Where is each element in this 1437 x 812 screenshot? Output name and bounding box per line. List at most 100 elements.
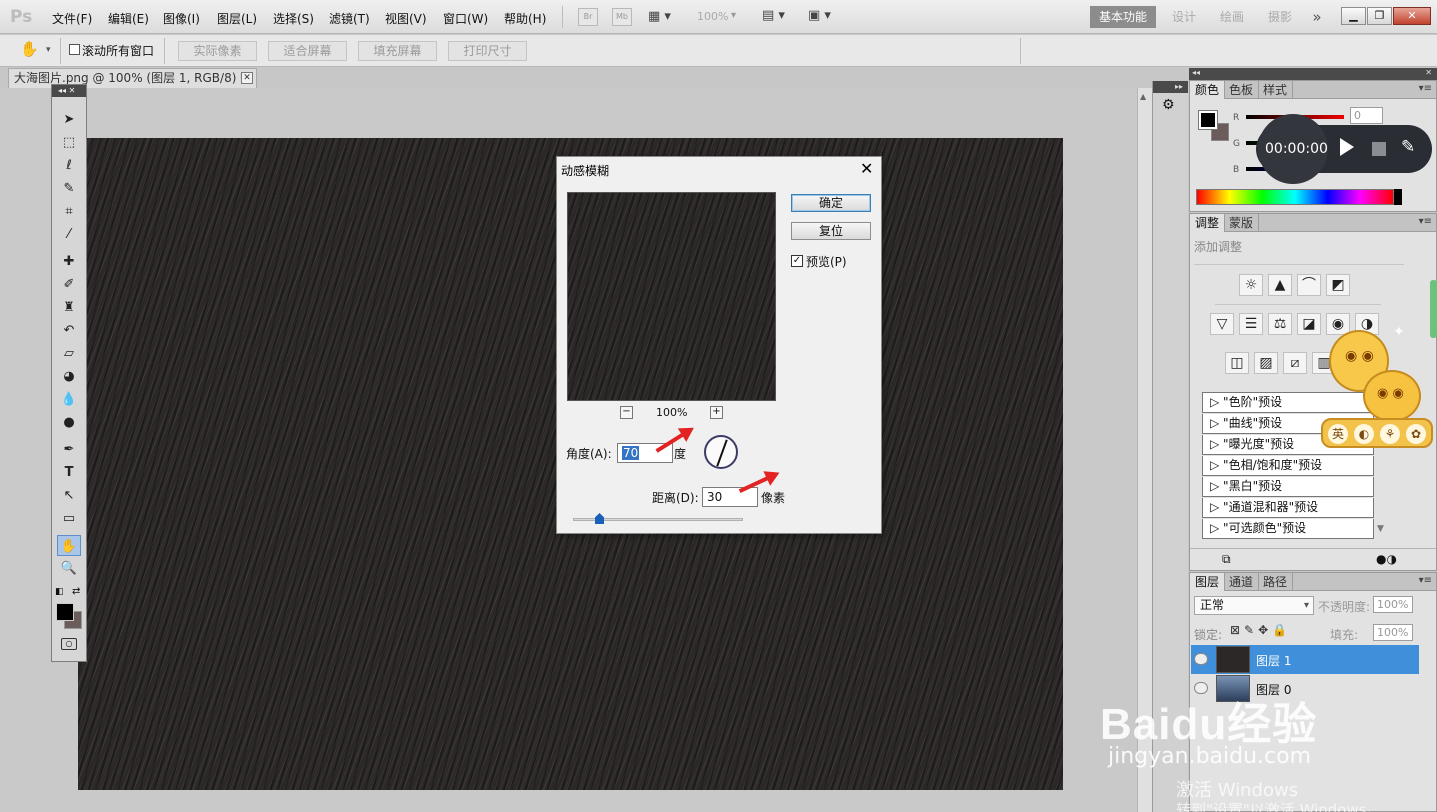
preset-black-white[interactable]: ▷ "黑白"预设 <box>1202 477 1374 497</box>
close-panels-icon[interactable]: ✕ <box>1425 68 1432 77</box>
workspace-basic[interactable]: 基本功能 <box>1090 6 1156 28</box>
fill-field[interactable]: 100% <box>1373 624 1413 641</box>
zoom-in-button[interactable]: + <box>710 406 723 419</box>
shape-tool-icon[interactable]: ▭ <box>57 508 81 529</box>
posterize-icon[interactable]: ▨ <box>1254 352 1278 374</box>
workspace-design[interactable]: 设计 <box>1164 6 1204 28</box>
menu-file[interactable]: 文件(F) <box>52 10 92 27</box>
collapse-panels-icon[interactable]: ◂◂ <box>1192 68 1200 77</box>
path-select-tool-icon[interactable]: ↖ <box>57 485 81 506</box>
dock-expand-icon[interactable]: ▸▸ <box>1153 81 1188 93</box>
levels-icon[interactable]: ▲ <box>1268 274 1292 296</box>
reset-button[interactable]: 复位 <box>791 222 871 240</box>
foreground-color-swatch[interactable] <box>56 603 74 621</box>
blend-mode-select[interactable]: 正常 ▾ <box>1194 596 1314 615</box>
color-spectrum-ramp[interactable] <box>1196 189 1394 205</box>
history-brush-tool-icon[interactable]: ↶ <box>57 320 81 341</box>
menu-help[interactable]: 帮助(H) <box>504 10 546 27</box>
blur-preview[interactable] <box>567 192 776 401</box>
menu-window[interactable]: 窗口(W) <box>443 10 488 27</box>
menu-filter[interactable]: 滤镜(T) <box>329 10 370 27</box>
blur-tool-icon[interactable]: 💧 <box>57 389 81 410</box>
brightness-icon[interactable]: ☼ <box>1239 274 1263 296</box>
stop-icon[interactable] <box>1372 142 1386 156</box>
layers-panel-menu-icon[interactable]: ▾≡ <box>1419 575 1432 586</box>
fill-screen-button[interactable]: 填充屏幕 <box>358 41 437 61</box>
play-icon[interactable] <box>1340 138 1354 156</box>
tab-swatches[interactable]: 色板 <box>1224 81 1260 99</box>
close-button[interactable]: ✕ <box>1393 7 1431 25</box>
zoom-out-button[interactable]: − <box>620 406 633 419</box>
zoom-tool-icon[interactable]: 🔍 <box>57 558 81 579</box>
ime-moon-icon[interactable]: ◐ <box>1354 424 1374 444</box>
restore-button[interactable]: ❐ <box>1367 7 1392 25</box>
eyedropper-tool-icon[interactable]: ⁄ <box>57 224 81 245</box>
opacity-field[interactable]: 100% <box>1373 596 1413 613</box>
angle-dial[interactable] <box>704 435 738 469</box>
preview-checkbox[interactable]: ✓ <box>791 255 803 267</box>
lasso-tool-icon[interactable]: ℓ <box>57 155 81 176</box>
crop-tool-icon[interactable]: ⌗ <box>57 201 81 222</box>
curves-icon[interactable]: ⌒ <box>1297 274 1321 296</box>
ime-english-icon[interactable]: 英 <box>1328 424 1348 444</box>
scroll-up-icon[interactable]: ▲ <box>1140 92 1146 101</box>
hand-tool-button-icon[interactable]: ✋ <box>57 535 81 556</box>
color-balance-icon[interactable]: ⚖ <box>1268 313 1292 335</box>
color-panel-menu-icon[interactable]: ▾≡ <box>1419 83 1432 94</box>
hand-tool-icon[interactable]: ✋ <box>20 40 39 58</box>
lock-icons[interactable]: ⊠✎✥🔒 <box>1230 623 1291 637</box>
fit-screen-button[interactable]: 适合屏幕 <box>268 41 347 61</box>
menu-view[interactable]: 视图(V) <box>385 10 427 27</box>
stamp-tool-icon[interactable]: ♜ <box>57 297 81 318</box>
marquee-tool-icon[interactable]: ⬚ <box>57 132 81 153</box>
toolbox-header[interactable]: ◂◂ ✕ <box>52 85 86 97</box>
workspace-photo[interactable]: 摄影 <box>1260 6 1300 28</box>
minimize-button[interactable]: ▁ <box>1341 7 1366 25</box>
bridge-icon[interactable]: Br <box>578 8 598 26</box>
ramp-black[interactable] <box>1394 189 1402 205</box>
swap-colors-icon[interactable]: ⇄ <box>72 586 80 597</box>
hue-sat-icon[interactable]: ☰ <box>1239 313 1263 335</box>
bucket-tool-icon[interactable]: ◕ <box>57 366 81 387</box>
black-white-icon[interactable]: ◪ <box>1297 313 1321 335</box>
tab-channels[interactable]: 通道 <box>1224 573 1260 591</box>
ime-settings-icon[interactable]: ✿ <box>1406 424 1426 444</box>
blend-dropdown-icon[interactable]: ▾ <box>1304 597 1309 614</box>
zoom-level[interactable]: 100% <box>697 10 728 23</box>
print-size-button[interactable]: 打印尺寸 <box>448 41 527 61</box>
healing-tool-icon[interactable]: ✚ <box>57 251 81 272</box>
menu-layer[interactable]: 图层(L) <box>217 10 257 27</box>
distance-input[interactable]: 30 <box>702 487 758 507</box>
quick-select-tool-icon[interactable]: ✎ <box>57 178 81 199</box>
preset-channel-mixer[interactable]: ▷ "通道混和器"预设 <box>1202 498 1374 518</box>
actual-pixels-button[interactable]: 实际像素 <box>178 41 257 61</box>
adjust-options-icon[interactable]: ●◑ <box>1376 552 1397 566</box>
distance-slider-handle[interactable] <box>595 513 604 524</box>
tab-layers[interactable]: 图层 <box>1190 573 1226 591</box>
menu-select[interactable]: 选择(S) <box>273 10 314 27</box>
preset-selective-color[interactable]: ▷ "可选颜色"预设 <box>1202 519 1374 539</box>
pen-icon[interactable]: ✎ <box>1401 137 1415 157</box>
history-panel-icon[interactable]: ⚙ <box>1162 97 1175 113</box>
adjust-panel-menu-icon[interactable]: ▾≡ <box>1419 216 1432 227</box>
tab-color[interactable]: 颜色 <box>1190 81 1226 99</box>
adjust-layer-icon[interactable]: ⧉ <box>1222 552 1231 567</box>
tab-styles[interactable]: 样式 <box>1258 81 1294 99</box>
vibrance-icon[interactable]: ▽ <box>1210 313 1234 335</box>
close-tab-icon[interactable]: ✕ <box>241 72 253 84</box>
exposure-icon[interactable]: ◩ <box>1326 274 1350 296</box>
preset-hue-saturation[interactable]: ▷ "色相/饱和度"预设 <box>1202 456 1374 476</box>
workspace-paint[interactable]: 绘画 <box>1212 6 1252 28</box>
r-value-field[interactable]: 0 <box>1350 107 1383 124</box>
dialog-close-icon[interactable]: ✕ <box>860 159 873 178</box>
frame-icon[interactable]: ▦ ▾ <box>648 9 671 24</box>
pen-tool-icon[interactable]: ✒ <box>57 439 81 460</box>
menu-image[interactable]: 图像(I) <box>163 10 200 27</box>
ok-button[interactable]: 确定 <box>791 194 871 212</box>
invert-icon[interactable]: ◫ <box>1225 352 1249 374</box>
scroll-all-checkbox[interactable] <box>69 44 80 55</box>
visibility-eye-icon[interactable] <box>1194 653 1208 665</box>
dodge-tool-icon[interactable]: ● <box>57 412 81 433</box>
screen-mode-icon[interactable]: ▣ ▾ <box>808 8 831 23</box>
tab-paths[interactable]: 路径 <box>1258 573 1294 591</box>
